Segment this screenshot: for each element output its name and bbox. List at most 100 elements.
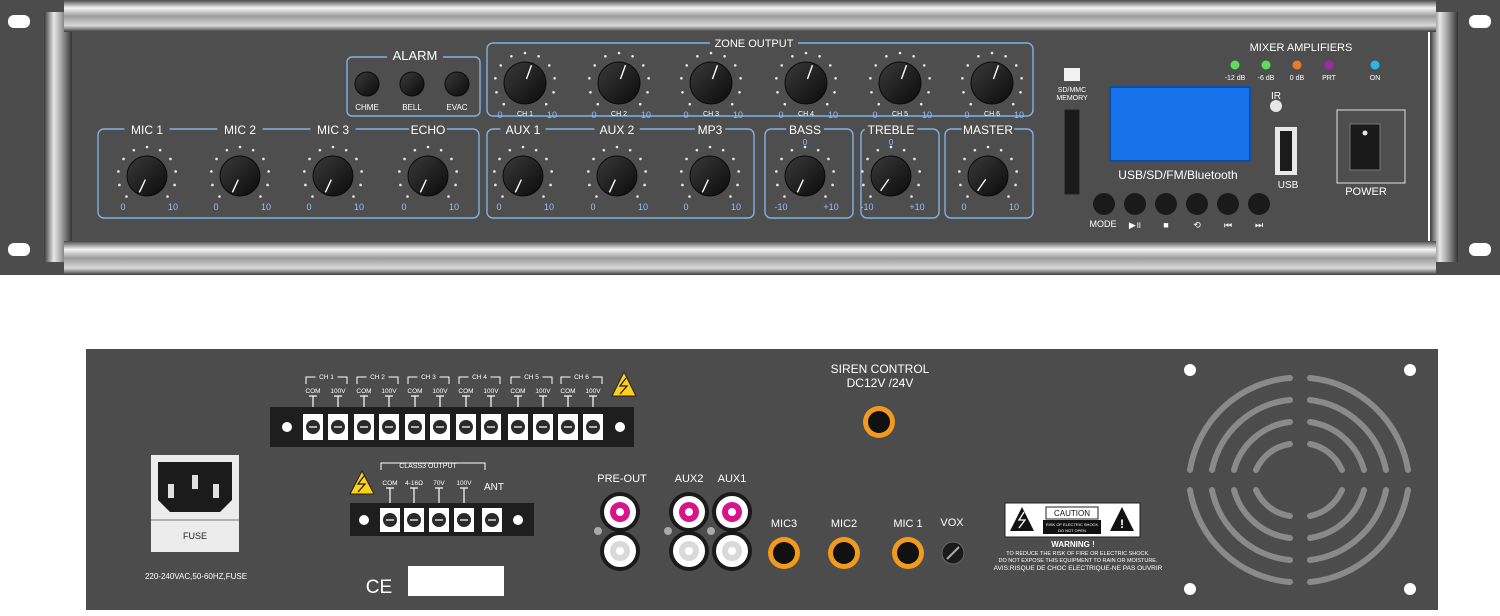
knob-treble-label: TREBLE: [868, 123, 915, 137]
ground-post: [664, 527, 672, 535]
scale-dot: [399, 183, 402, 187]
alarm-title: ALARM: [393, 48, 438, 63]
scale-dot: [913, 157, 916, 161]
mode-button[interactable]: [1093, 193, 1115, 215]
scale-dot: [592, 157, 595, 161]
alarm-button-label: BELL: [402, 103, 422, 112]
led-12-db: [1230, 60, 1240, 70]
power-label: POWER: [1345, 186, 1387, 198]
scale-dot: [641, 64, 645, 67]
scale-dot: [166, 195, 169, 198]
scale-dot: [885, 54, 888, 58]
speaker-channel-label: CH 5: [524, 374, 539, 381]
scale-dot: [523, 51, 527, 55]
play-pause-button[interactable]: [1124, 193, 1146, 215]
scale-dot: [588, 183, 591, 187]
knob-mp3-label: MP3: [698, 123, 723, 137]
media-display-caption: USB/SD/FM/Bluetooth: [1118, 168, 1237, 182]
alarm-bell-button[interactable]: [399, 71, 425, 97]
zone-channel-label: CH 2: [611, 111, 627, 118]
warning-line1: TO REDUCE THE RISK OF FIRE OR ELECTRIC S…: [1006, 551, 1150, 557]
alarm-chme-button[interactable]: [354, 71, 380, 97]
terminal-label: COM: [560, 388, 575, 395]
scale-dot: [688, 102, 692, 106]
scale-dot: [783, 195, 786, 198]
scale-dot: [1004, 54, 1007, 58]
terminal-label: COM: [458, 388, 473, 395]
scale-dot: [685, 157, 688, 161]
repeat-button[interactable]: [1186, 193, 1208, 215]
vox-label: VOX: [940, 517, 964, 529]
scale-dot: [550, 170, 553, 173]
repeat-icon: ⟲: [1193, 220, 1201, 230]
fuse-label: FUSE: [183, 531, 207, 541]
scale-dot: [1019, 90, 1022, 94]
scale-dot: [426, 145, 430, 149]
scale-dot: [791, 54, 794, 58]
scale-dot: [732, 157, 735, 161]
caution-title: CAUTION: [1054, 509, 1090, 518]
speaker-channel-label: CH 1: [319, 374, 334, 381]
scale-dot: [118, 183, 121, 187]
scale-dot: [986, 145, 990, 149]
scale-dot: [125, 195, 128, 198]
led-0-db: [1292, 60, 1302, 70]
previous-track-button[interactable]: [1217, 193, 1239, 215]
scale-dot: [596, 102, 600, 106]
scale-dot: [709, 51, 713, 55]
scale-dot: [439, 148, 443, 152]
mount-screw: [513, 515, 523, 525]
scale-dot: [680, 77, 683, 80]
scale-dot: [816, 148, 820, 152]
terminal-label: 100V: [381, 388, 397, 395]
scale-dot: [173, 183, 176, 187]
scale-dot: [615, 145, 619, 149]
terminal-label: COM: [356, 388, 371, 395]
scale-dot: [1010, 157, 1013, 161]
scale-dot: [643, 183, 646, 187]
scale-dot: [259, 195, 262, 198]
terminal-label: 100V: [330, 388, 346, 395]
scale-dot: [738, 90, 741, 94]
next-track-button[interactable]: [1248, 193, 1270, 215]
scale-dot: [638, 102, 642, 106]
class3-terminals: [359, 508, 523, 532]
knob-mic-3-label: MIC 3: [317, 123, 349, 137]
aux2-label: AUX2: [675, 473, 704, 485]
scale-max-label: 10: [733, 110, 743, 120]
scale-dot: [866, 157, 869, 161]
rack-slot: [1469, 15, 1491, 28]
rack-slot: [8, 15, 30, 28]
zone-knob-ch-6-cap: [970, 61, 1014, 105]
sd-card-slot[interactable]: [1064, 109, 1080, 195]
scale-dot: [833, 90, 836, 94]
knob-aux-1-label: AUX 1: [506, 123, 541, 137]
knob-master-label: MASTER: [963, 123, 1013, 137]
scale-dot: [238, 145, 242, 149]
scale-dot: [966, 64, 970, 67]
scale-dot: [593, 64, 597, 67]
terminal-label: COM: [510, 388, 525, 395]
scale-min-label: 0: [964, 110, 969, 120]
alarm-evac-button[interactable]: [444, 71, 470, 97]
scale-dot: [544, 102, 548, 106]
scale-dot: [644, 170, 647, 173]
scale-dot: [790, 148, 794, 152]
zone-output-title: ZONE OUTPUT: [715, 38, 794, 50]
led-label: -12 dB: [1225, 75, 1246, 82]
led-label: ON: [1370, 75, 1381, 82]
scale-min-label: 0: [872, 110, 877, 120]
front-panel: ALARM CHME BELL EVAC ZONE OUTPUT 0 10 CH 1 0 1…: [0, 0, 1500, 275]
rack-slot: [1469, 243, 1491, 256]
scale-dot: [861, 170, 864, 173]
scale-min-label: 0: [591, 110, 596, 120]
scale-max-label: 10: [449, 202, 459, 212]
stop-button[interactable]: [1155, 193, 1177, 215]
scale-dot: [303, 170, 306, 173]
scale-max-label: 10: [638, 202, 648, 212]
zone-knob-ch-4-cap: [784, 61, 828, 105]
scale-dot: [834, 77, 837, 80]
scale-dot: [267, 170, 270, 173]
scale-dot: [604, 54, 607, 58]
scale-dot: [122, 157, 125, 161]
